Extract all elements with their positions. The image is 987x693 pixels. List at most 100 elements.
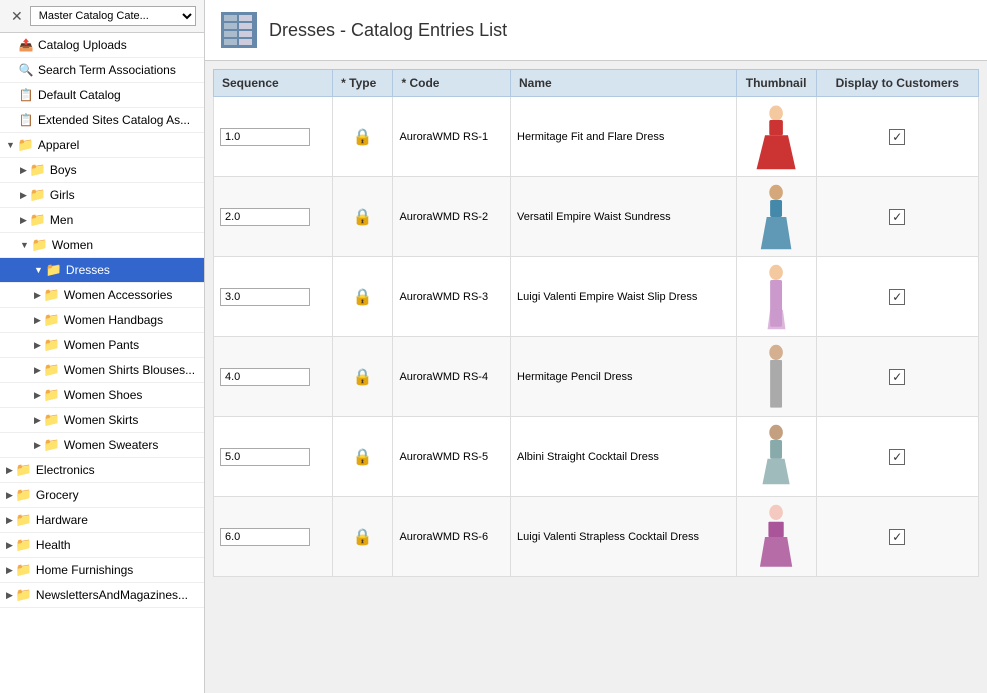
sidebar-item-women-pants[interactable]: ▶📁Women Pants bbox=[0, 333, 204, 358]
seq-input-3[interactable] bbox=[220, 288, 310, 306]
sidebar-item-label: Health bbox=[36, 538, 71, 552]
sidebar-item-women-shoes[interactable]: ▶📁Women Shoes bbox=[0, 383, 204, 408]
chevron-right-icon: ▶ bbox=[20, 215, 27, 226]
code-cell: AuroraWMD RS-5 bbox=[393, 417, 511, 497]
display-cell bbox=[816, 257, 978, 337]
chevron-right-icon: ▶ bbox=[6, 590, 13, 601]
seq-input-4[interactable] bbox=[220, 368, 310, 386]
folder-icon: 📁 bbox=[16, 487, 32, 503]
sidebar-item-newsletters[interactable]: ▶📁NewslettersAndMagazines... bbox=[0, 583, 204, 608]
sidebar-item-label: Catalog Uploads bbox=[38, 38, 127, 52]
display-checkbox[interactable] bbox=[889, 209, 905, 225]
display-checkbox[interactable] bbox=[889, 129, 905, 145]
chevron-down-icon: ▼ bbox=[6, 140, 15, 150]
sidebar-item-label: Girls bbox=[50, 188, 75, 202]
sidebar-item-extended-sites[interactable]: 📋Extended Sites Catalog As... bbox=[0, 108, 204, 133]
chevron-right-icon: ▶ bbox=[34, 340, 41, 351]
display-cell bbox=[816, 417, 978, 497]
sidebar-item-label: Women bbox=[52, 238, 93, 252]
sidebar-item-catalog-uploads[interactable]: 📤 Catalog Uploads bbox=[0, 33, 204, 58]
chevron-right-icon: ▶ bbox=[6, 465, 13, 476]
seq-cell bbox=[214, 337, 333, 417]
code-cell: AuroraWMD RS-2 bbox=[393, 177, 511, 257]
chevron-down-icon: ▼ bbox=[34, 265, 43, 275]
display-checkbox[interactable] bbox=[889, 289, 905, 305]
seq-input-6[interactable] bbox=[220, 528, 310, 546]
folder-icon: 📁 bbox=[46, 262, 62, 278]
type-cell: 🔒 bbox=[333, 497, 393, 577]
seq-cell bbox=[214, 257, 333, 337]
type-cell: 🔒 bbox=[333, 417, 393, 497]
table-row: 🔒 AuroraWMD RS-2 Versatil Empire Waist S… bbox=[214, 177, 979, 257]
display-checkbox[interactable] bbox=[889, 449, 905, 465]
sidebar-item-label: Boys bbox=[50, 163, 77, 177]
sidebar-item-home-furnishings[interactable]: ▶📁Home Furnishings bbox=[0, 558, 204, 583]
upload-icon: 📤 bbox=[18, 37, 34, 53]
sidebar-item-label: Women Pants bbox=[64, 338, 139, 352]
sidebar-close-icon[interactable]: ✕ bbox=[8, 8, 26, 25]
table-header-row: Sequence * Type * Code Name Thumbnail Di… bbox=[214, 70, 979, 97]
sidebar-item-apparel[interactable]: ▼📁Apparel bbox=[0, 133, 204, 158]
thumbnail-box bbox=[746, 262, 806, 332]
table-row: 🔒 AuroraWMD RS-1 Hermitage Fit and Flare… bbox=[214, 97, 979, 177]
sidebar-item-electronics[interactable]: ▶📁Electronics bbox=[0, 458, 204, 483]
folder-icon: 📁 bbox=[44, 387, 60, 403]
sidebar-item-women-shirts-blouses[interactable]: ▶📁Women Shirts Blouses... bbox=[0, 358, 204, 383]
sidebar-item-label: Apparel bbox=[38, 138, 79, 152]
sidebar-item-women-handbags[interactable]: ▶📁Women Handbags bbox=[0, 308, 204, 333]
sidebar-item-men[interactable]: ▶📁Men bbox=[0, 208, 204, 233]
seq-input-1[interactable] bbox=[220, 128, 310, 146]
page-header: Dresses - Catalog Entries List bbox=[205, 0, 987, 61]
sidebar-item-search-term-associations[interactable]: 🔍Search Term Associations bbox=[0, 58, 204, 83]
sidebar-item-label: Dresses bbox=[66, 263, 110, 277]
sidebar-item-hardware[interactable]: ▶📁Hardware bbox=[0, 508, 204, 533]
thumbnail-cell bbox=[736, 257, 816, 337]
sidebar-item-grocery[interactable]: ▶📁Grocery bbox=[0, 483, 204, 508]
chevron-right-icon: ▶ bbox=[34, 440, 41, 451]
folder-icon: 📁 bbox=[30, 162, 46, 178]
type-cell: 🔒 bbox=[333, 97, 393, 177]
sidebar-item-label: Hardware bbox=[36, 513, 88, 527]
folder-icon: 📁 bbox=[44, 312, 60, 328]
seq-input-5[interactable] bbox=[220, 448, 310, 466]
lock-icon: 🔒 bbox=[353, 529, 373, 546]
sidebar-item-women-sweaters[interactable]: ▶📁Women Sweaters bbox=[0, 433, 204, 458]
sidebar-item-girls[interactable]: ▶📁Girls bbox=[0, 183, 204, 208]
sidebar-item-default-catalog[interactable]: 📋Default Catalog bbox=[0, 83, 204, 108]
col-code: * Code bbox=[393, 70, 511, 97]
display-checkbox[interactable] bbox=[889, 529, 905, 545]
sidebar-item-women-accessories[interactable]: ▶📁 Women Accessories bbox=[0, 283, 204, 308]
sidebar-item-label: Women Shoes bbox=[64, 388, 143, 402]
chevron-right-icon: ▶ bbox=[34, 365, 41, 376]
sidebar-item-label: Electronics bbox=[36, 463, 95, 477]
sidebar-item-label: Women Accessories bbox=[64, 288, 173, 302]
catalog-dropdown[interactable]: Master Catalog Cate... bbox=[30, 6, 196, 26]
table-row: 🔒 AuroraWMD RS-5 Albini Straight Cocktai… bbox=[214, 417, 979, 497]
sidebar-item-dresses[interactable]: ▼📁 Dresses bbox=[0, 258, 204, 283]
folder-icon: 📁 bbox=[16, 537, 32, 553]
sidebar-item-boys[interactable]: ▶📁Boys bbox=[0, 158, 204, 183]
folder-icon: 📁 bbox=[44, 287, 60, 303]
lock-icon: 🔒 bbox=[353, 369, 373, 386]
chevron-right-icon: ▶ bbox=[6, 490, 13, 501]
name-cell: Hermitage Pencil Dress bbox=[511, 337, 737, 417]
display-cell bbox=[816, 337, 978, 417]
name-cell: Versatil Empire Waist Sundress bbox=[511, 177, 737, 257]
chevron-right-icon: ▶ bbox=[34, 290, 41, 301]
col-sequence: Sequence bbox=[214, 70, 333, 97]
sidebar-item-women-skirts[interactable]: ▶📁Women Skirts bbox=[0, 408, 204, 433]
seq-cell bbox=[214, 417, 333, 497]
catalog-entries-table: Sequence * Type * Code Name Thumbnail Di… bbox=[213, 69, 979, 577]
folder-icon: 📁 bbox=[16, 512, 32, 528]
col-type[interactable]: * Type bbox=[333, 70, 393, 97]
sidebar-item-women[interactable]: ▼📁Women bbox=[0, 233, 204, 258]
sidebar-item-health[interactable]: ▶📁Health bbox=[0, 533, 204, 558]
folder-icon: 📁 bbox=[16, 587, 32, 603]
display-checkbox[interactable] bbox=[889, 369, 905, 385]
folder-icon: 📁 bbox=[30, 212, 46, 228]
seq-input-2[interactable] bbox=[220, 208, 310, 226]
sidebar-item-label: Default Catalog bbox=[38, 88, 121, 102]
thumbnail-box bbox=[746, 502, 806, 572]
thumbnail-box bbox=[746, 182, 806, 252]
folder-icon: 📁 bbox=[44, 437, 60, 453]
